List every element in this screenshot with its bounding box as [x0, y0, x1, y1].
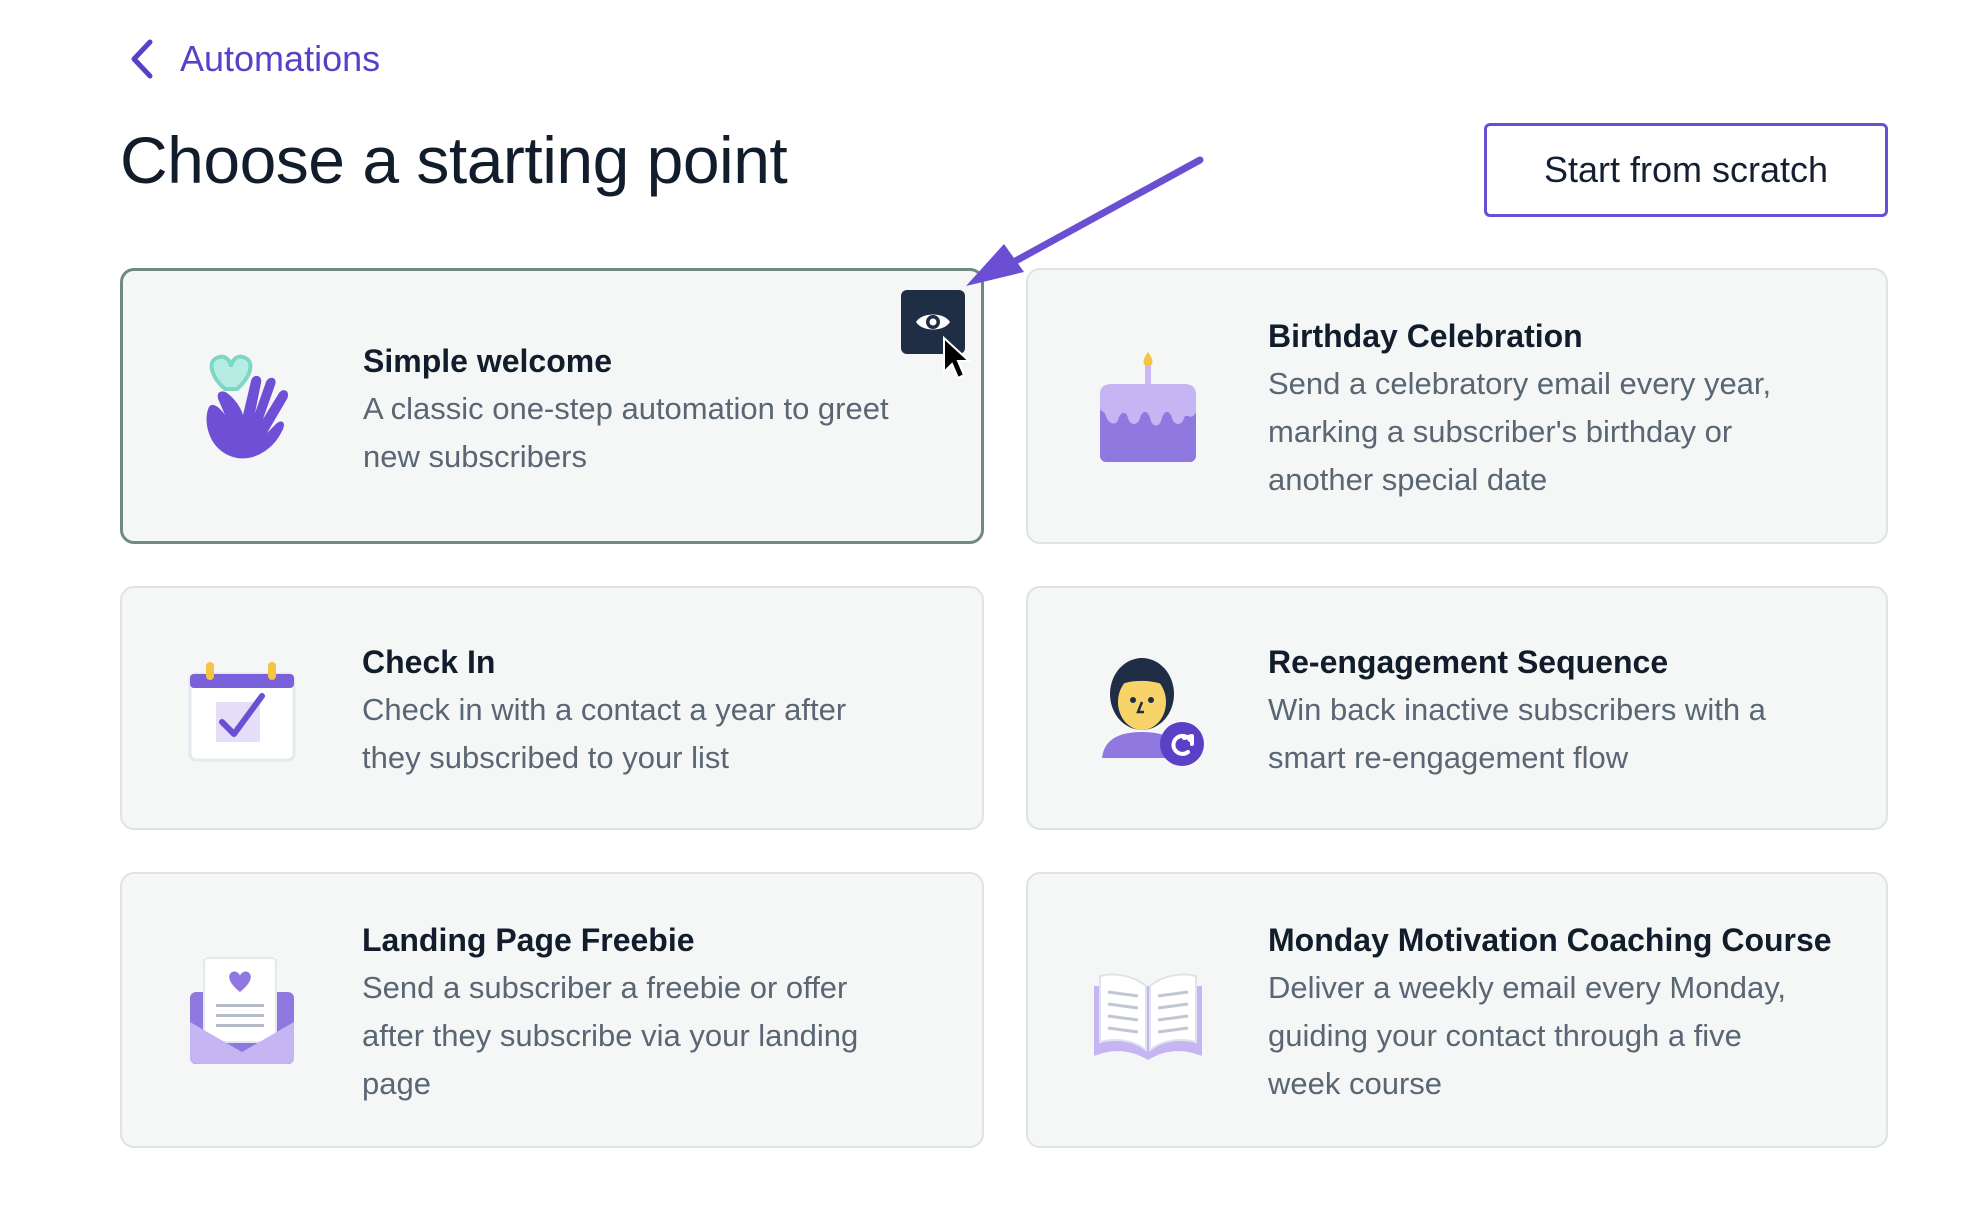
template-card-check-in[interactable]: Check In Check in with a contact a year … — [120, 586, 984, 830]
eye-icon — [916, 314, 950, 330]
waving-hand-heart-icon — [206, 354, 289, 459]
preview-button[interactable] — [901, 290, 965, 354]
template-card-birthday-celebration[interactable]: Birthday Celebration Send a celebratory … — [1026, 268, 1888, 544]
card-title: Landing Page Freebie — [362, 922, 695, 958]
card-title: Monday Motivation Coaching Course — [1268, 922, 1832, 958]
start-from-scratch-button[interactable]: Start from scratch — [1484, 123, 1888, 217]
template-card-monday-motivation-coaching-course[interactable]: Monday Motivation Coaching Course Delive… — [1026, 872, 1888, 1148]
card-title: Simple welcome — [363, 343, 612, 379]
card-description: Check in with a contact a year after the… — [362, 692, 847, 775]
card-description: A classic one-step automation to greet n… — [363, 391, 889, 474]
card-title: Birthday Celebration — [1268, 318, 1583, 354]
card-description: Send a celebratory email every year, mar… — [1268, 366, 1772, 497]
template-card-landing-page-freebie[interactable]: Landing Page Freebie Send a subscriber a… — [120, 872, 984, 1148]
birthday-cake-icon — [1100, 352, 1196, 462]
envelope-heart-icon — [190, 957, 294, 1064]
calendar-check-icon — [188, 662, 296, 762]
template-card-simple-welcome[interactable]: Simple welcome A classic one-step automa… — [120, 268, 984, 544]
card-description: Deliver a weekly email every Monday, gui… — [1268, 970, 1787, 1101]
card-title: Check In — [362, 644, 496, 680]
template-card-re-engagement-sequence[interactable]: Re-engagement Sequence Win back inactive… — [1026, 586, 1888, 830]
chevron-left-icon — [131, 39, 153, 79]
back-link-label: Automations — [180, 38, 381, 79]
back-link[interactable]: Automations — [128, 38, 380, 80]
card-description: Win back inactive subscribers with a sma… — [1268, 692, 1766, 775]
page-title: Choose a starting point — [120, 123, 788, 197]
open-book-icon — [1094, 973, 1202, 1060]
person-refresh-icon — [1102, 658, 1204, 766]
card-description: Send a subscriber a freebie or offer aft… — [362, 970, 859, 1101]
card-title: Re-engagement Sequence — [1268, 644, 1669, 680]
